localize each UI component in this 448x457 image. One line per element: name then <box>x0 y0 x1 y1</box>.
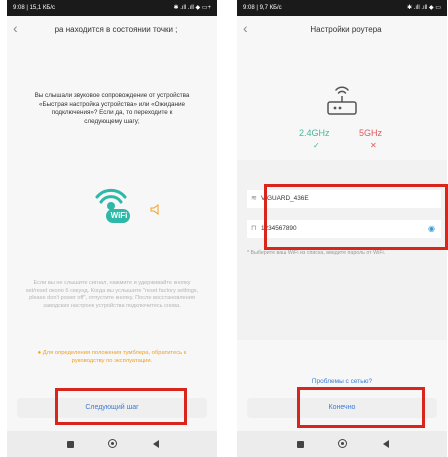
back-triangle-icon[interactable] <box>153 440 159 448</box>
speaker-icon <box>150 202 160 220</box>
page-title: Настройки роутера <box>310 25 382 34</box>
status-time: 9:08 | 15,1 КБ/с <box>13 5 56 11</box>
nav-bar: ‹ Настройки роутера <box>237 16 447 42</box>
band-24-check-icon: ✓ <box>313 141 320 150</box>
android-nav-bar <box>7 431 217 457</box>
wifi-device-icon: WiFi <box>89 183 133 227</box>
band-5ghz: 5GHz <box>359 128 383 138</box>
highlight-confirm <box>297 387 425 428</box>
status-time: 9:08 | 9,7 КБ/с <box>243 5 282 11</box>
band-5-cross-icon: ✕ <box>370 141 377 150</box>
recent-apps-icon[interactable] <box>297 441 304 448</box>
android-nav-bar <box>237 431 447 457</box>
instruction-text: Вы слышали звуковое сопровождение от уст… <box>34 92 190 125</box>
band-24ghz: 2.4GHz <box>299 128 330 138</box>
home-icon[interactable] <box>338 439 347 448</box>
switch-note: ● Для определения положения тумблера, об… <box>37 350 187 364</box>
status-icons: ✱ .ıll .ıll ◆ ▭ <box>407 5 441 11</box>
back-chevron-icon[interactable]: ‹ <box>243 20 248 36</box>
page-title: ра находится в состоянии точки ; <box>54 25 178 34</box>
reset-hint-text: Если вы не слышите сигнал, нажмите и уде… <box>25 280 199 309</box>
lock-icon: ⊓ <box>251 225 257 232</box>
highlight-wifi-credentials <box>264 184 448 250</box>
wifi-small-icon: ≋ <box>251 195 257 202</box>
main-content: Вы слышали звуковое сопровождение от уст… <box>7 42 217 126</box>
back-triangle-icon[interactable] <box>383 440 389 448</box>
status-icons: ✱ .ıll .ıll ◆ ▭+ <box>173 5 211 11</box>
wifi-hint-text: * Выберите ваш WiFi из списка, введите п… <box>247 250 386 256</box>
nav-bar: ‹ ра находится в состоянии точки ; <box>7 16 217 42</box>
wifi-label: WiFi <box>110 211 128 220</box>
home-icon[interactable] <box>108 439 117 448</box>
recent-apps-icon[interactable] <box>67 441 74 448</box>
back-chevron-icon[interactable]: ‹ <box>13 20 18 36</box>
router-icon <box>325 80 359 118</box>
highlight-next-step <box>55 388 187 425</box>
status-bar: 9:08 | 9,7 КБ/с ✱ .ıll .ıll ◆ ▭ <box>237 0 447 16</box>
network-problems-link[interactable]: Проблемы с сетью? <box>237 378 447 385</box>
status-bar: 9:08 | 15,1 КБ/с ✱ .ıll .ıll ◆ ▭+ <box>7 0 217 16</box>
